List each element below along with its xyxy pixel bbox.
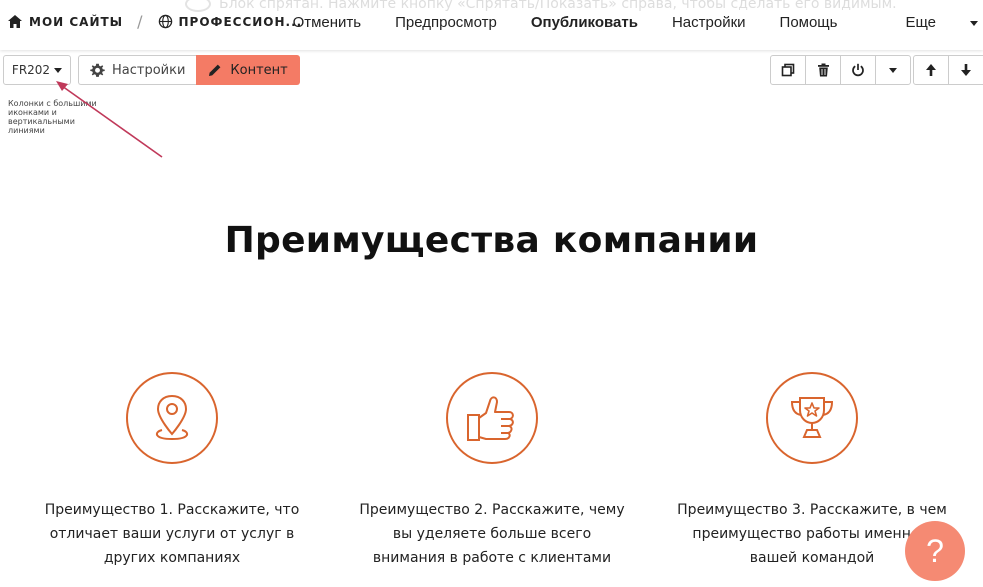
move-up-button[interactable] [914,56,949,84]
power-icon [852,63,864,77]
duplicate-icon [781,63,795,77]
help-chat-button[interactable]: ? [905,521,965,581]
page-heading: Преимущества компании [224,220,759,261]
feature-1: Преимущество 1. Расскажите, что отличает… [37,372,307,570]
settings-button[interactable]: Настройки [672,14,746,31]
block-menu-button[interactable] [876,56,910,84]
toggle-visibility-button[interactable] [841,56,876,84]
home-icon[interactable] [7,14,23,29]
my-sites-link[interactable]: МОИ САЙТЫ [29,15,123,29]
block-content-button[interactable]: Контент [196,55,300,85]
block-move-tools [913,55,983,85]
feature-icon-circle [766,372,858,464]
block-action-tools [770,55,911,85]
block-edit-tools: Настройки Контент [78,55,300,85]
block-code-dropdown[interactable]: FR202 [3,55,71,85]
top-bar: Блок спрятан. Нажмите кнопку «Спрятать/П… [0,0,983,50]
block-settings-button[interactable]: Настройки [78,55,197,85]
top-nav: Отменить Предпросмотр Опубликовать Настр… [259,14,978,31]
move-down-button[interactable] [949,56,983,84]
question-icon: ? [926,532,944,569]
block-code-label: FR202 [11,63,51,77]
block-description: Колонки с большими иконками и вертикальн… [8,99,97,135]
trophy-icon [790,397,834,438]
feature-2: Преимущество 2. Расскажите, чему вы удел… [357,372,627,570]
gear-icon [90,63,105,77]
thumbs-up-icon [467,396,514,441]
map-pin-icon [155,394,189,441]
chevron-down-icon [970,20,978,26]
arrow-up-icon [926,64,936,76]
chevron-down-icon [54,67,63,73]
publish-button[interactable]: Опубликовать [531,14,638,31]
block-settings-label: Настройки [112,62,186,78]
delete-button[interactable] [806,56,841,84]
more-label: Еще [905,14,936,31]
feature-1-text: Преимущество 1. Расскажите, что отличает… [44,502,300,566]
arrow-down-icon [961,64,971,76]
duplicate-button[interactable] [771,56,806,84]
breadcrumb-separator: / [137,12,144,31]
feature-icon-circle [446,372,538,464]
feature-icon-circle [126,372,218,464]
block-content-label: Контент [230,62,288,78]
help-button[interactable]: Помощь [780,14,838,31]
pencil-icon [209,64,221,76]
chevron-down-icon [889,67,897,73]
preview-button[interactable]: Предпросмотр [395,14,497,31]
globe-icon [158,14,172,29]
eye-icon [185,0,211,12]
cancel-button[interactable]: Отменить [293,14,362,31]
hidden-block-hint: Блок спрятан. Нажмите кнопку «Спрятать/П… [185,0,897,12]
trash-icon [817,63,829,77]
feature-2-text: Преимущество 2. Расскажите, чему вы удел… [359,502,625,566]
more-menu[interactable]: Еще [871,14,978,31]
